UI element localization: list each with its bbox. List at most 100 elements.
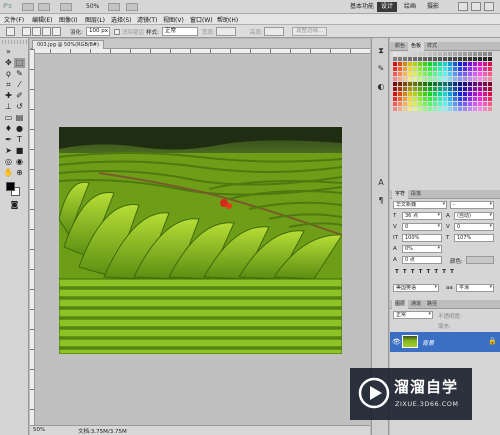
height-input[interactable] [264, 27, 284, 36]
width-input[interactable] [216, 27, 236, 36]
color-swatch[interactable] [433, 62, 437, 66]
color-swatch[interactable] [463, 82, 467, 86]
eye-icon[interactable]: 👁 [392, 338, 401, 346]
color-swatch[interactable] [418, 77, 422, 81]
color-swatch[interactable] [428, 82, 432, 86]
color-swatch[interactable] [468, 82, 472, 86]
color-swatch[interactable] [418, 107, 422, 111]
color-swatch[interactable] [463, 52, 467, 56]
color-swatch[interactable] [488, 82, 492, 86]
color-swatch[interactable] [398, 87, 402, 91]
color-swatch[interactable] [468, 92, 472, 96]
clone-stamp-icon[interactable]: ⊥ [3, 102, 14, 112]
swatches-grid[interactable] [393, 52, 497, 112]
restore-icon[interactable] [471, 2, 481, 11]
color-swatch[interactable] [423, 102, 427, 106]
tracking-input[interactable]: 0 [454, 223, 494, 231]
color-swatch[interactable] [413, 82, 417, 86]
color-swatch[interactable] [448, 82, 452, 86]
color-swatch[interactable] [448, 67, 452, 71]
color-swatch[interactable] [473, 107, 477, 111]
foreground-color-swatch[interactable] [6, 182, 15, 191]
color-swatch[interactable] [408, 57, 412, 61]
color-swatch[interactable] [408, 67, 412, 71]
color-swatch[interactable] [468, 72, 472, 76]
color-swatch[interactable] [488, 67, 492, 71]
color-swatch[interactable] [463, 77, 467, 81]
color-swatch[interactable] [408, 107, 412, 111]
color-swatch[interactable] [478, 92, 482, 96]
color-swatch[interactable] [483, 92, 487, 96]
menu-layer[interactable]: 图层(L) [85, 15, 105, 24]
color-swatch[interactable] [473, 52, 477, 56]
color-swatch[interactable] [418, 102, 422, 106]
color-swatch[interactable] [468, 52, 472, 56]
color-swatch[interactable] [393, 92, 397, 96]
panel-grip[interactable] [2, 40, 27, 44]
color-swatch[interactable] [463, 97, 467, 101]
color-swatch[interactable] [478, 67, 482, 71]
character-panel-icon[interactable]: A [376, 178, 386, 188]
color-swatch[interactable] [393, 97, 397, 101]
color-swatch[interactable] [398, 62, 402, 66]
color-swatch[interactable] [413, 62, 417, 66]
color-swatch[interactable] [413, 102, 417, 106]
color-swatch[interactable] [443, 87, 447, 91]
color-swatch[interactable] [468, 67, 472, 71]
color-swatch[interactable] [403, 62, 407, 66]
color-swatch[interactable] [458, 82, 462, 86]
antialias-checkbox[interactable] [114, 29, 120, 35]
color-swatch[interactable] [453, 67, 457, 71]
healing-brush-icon[interactable]: ✚ [3, 91, 14, 101]
3d-camera-icon[interactable]: ◉ [14, 157, 25, 167]
tab-paragraph[interactable]: 段落 [408, 190, 424, 199]
color-swatch[interactable] [438, 92, 442, 96]
color-swatch[interactable] [468, 57, 472, 61]
color-swatch[interactable] [398, 52, 402, 56]
refine-edge-button[interactable]: 调整边缘... [292, 27, 328, 36]
color-swatch[interactable] [408, 97, 412, 101]
color-swatch[interactable] [423, 77, 427, 81]
blur-tool-icon[interactable]: ♦ [3, 124, 14, 134]
color-swatch[interactable] [418, 52, 422, 56]
color-swatch[interactable] [443, 82, 447, 86]
color-swatch[interactable] [488, 92, 492, 96]
menu-select[interactable]: 选择(S) [111, 15, 132, 24]
color-swatch[interactable] [428, 102, 432, 106]
color-swatch[interactable] [458, 102, 462, 106]
type-tool-icon[interactable]: T [14, 135, 25, 145]
color-swatch[interactable] [488, 52, 492, 56]
color-swatch[interactable] [448, 97, 452, 101]
color-swatch[interactable] [458, 77, 462, 81]
color-swatch[interactable] [408, 72, 412, 76]
color-swatch[interactable] [468, 102, 472, 106]
tab-swatches[interactable]: 色板 [408, 42, 425, 51]
brush-panel-icon[interactable]: ✎ [376, 64, 386, 74]
color-swatch[interactable] [423, 62, 427, 66]
color-swatch[interactable] [448, 62, 452, 66]
tab-channels[interactable]: 通道 [408, 300, 424, 309]
color-swatch[interactable] [483, 52, 487, 56]
color-swatch[interactable] [478, 107, 482, 111]
color-swatch[interactable] [443, 107, 447, 111]
menu-file[interactable]: 文件(F) [4, 15, 24, 24]
baseline-input[interactable]: 0 点 [402, 256, 442, 264]
color-swatch[interactable] [478, 52, 482, 56]
color-swatch[interactable] [473, 97, 477, 101]
horizontal-scale-input[interactable]: 107% [454, 234, 494, 242]
color-swatch[interactable] [433, 82, 437, 86]
color-swatch[interactable] [433, 102, 437, 106]
color-swatch[interactable] [458, 72, 462, 76]
color-swatch[interactable] [433, 72, 437, 76]
color-swatch[interactable] [483, 57, 487, 61]
mini-bridge-icon[interactable] [38, 3, 50, 11]
color-swatch[interactable] [418, 82, 422, 86]
color-swatch[interactable] [423, 97, 427, 101]
eraser-tool-icon[interactable]: ▭ [3, 113, 14, 123]
quick-mask-icon[interactable]: ◙ [9, 200, 20, 210]
color-swatch[interactable] [453, 52, 457, 56]
shape-tool-icon[interactable]: ■ [14, 146, 25, 156]
marquee-tool-icon[interactable]: ⬚ [14, 58, 25, 68]
move-tool-icon[interactable]: ✥ [3, 58, 14, 68]
color-swatch[interactable] [403, 97, 407, 101]
